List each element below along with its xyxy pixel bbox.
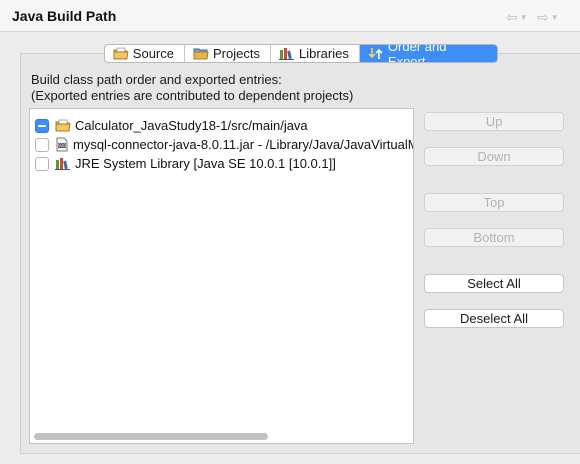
tab-libraries[interactable]: Libraries xyxy=(271,45,360,62)
tab-projects-label: Projects xyxy=(213,46,260,61)
library-icon xyxy=(55,158,70,170)
order-export-icon xyxy=(368,48,383,59)
up-button[interactable]: Up xyxy=(424,112,564,131)
deselect-all-button[interactable]: Deselect All xyxy=(424,309,564,328)
source-folder-icon xyxy=(113,47,129,60)
select-all-button[interactable]: Select All xyxy=(424,274,564,293)
horizontal-scrollbar[interactable] xyxy=(34,433,268,440)
description-line-2: (Exported entries are contributed to dep… xyxy=(31,88,354,103)
description-line-1: Build class path order and exported entr… xyxy=(31,72,282,87)
list-item[interactable]: Calculator_JavaStudy18-1/src/main/java xyxy=(30,116,413,135)
back-button[interactable]: ⇦ ▼ xyxy=(506,9,528,25)
tab-order-and-export[interactable]: Order and Export xyxy=(360,45,497,62)
bottom-button[interactable]: Bottom xyxy=(424,228,564,247)
export-checkbox[interactable] xyxy=(35,156,49,171)
tab-order-and-export-label: Order and Export xyxy=(387,44,447,63)
classpath-entries-list[interactable]: Calculator_JavaStudy18-1/src/main/java 0… xyxy=(29,108,414,444)
tab-libraries-label: Libraries xyxy=(299,46,349,61)
tab-bar: Source Projects Libraries Order and Expo… xyxy=(104,44,498,63)
svg-text:010: 010 xyxy=(58,143,66,148)
list-item[interactable]: JRE System Library [Java SE 10.0.1 [10.0… xyxy=(30,154,413,173)
chevron-down-icon: ▼ xyxy=(550,12,559,22)
forward-button[interactable]: ⇨ ▼ xyxy=(537,9,559,25)
entry-label: JRE System Library [Java SE 10.0.1 [10.0… xyxy=(75,156,336,171)
page-title: Java Build Path xyxy=(12,8,117,24)
package-folder-icon xyxy=(55,119,71,132)
projects-folder-icon xyxy=(193,48,209,60)
down-button[interactable]: Down xyxy=(424,147,564,166)
forward-arrow-icon: ⇨ xyxy=(537,9,549,25)
entry-label: mysql-connector-java-8.0.11.jar - /Libra… xyxy=(73,137,413,152)
list-item[interactable]: 010 mysql-connector-java-8.0.11.jar - /L… xyxy=(30,135,413,154)
entry-label: Calculator_JavaStudy18-1/src/main/java xyxy=(75,118,308,133)
tab-projects[interactable]: Projects xyxy=(185,45,271,62)
title-bar: Java Build Path ⇦ ▼ ⇨ ▼ xyxy=(0,0,580,32)
chevron-down-icon: ▼ xyxy=(519,12,528,22)
tab-source[interactable]: Source xyxy=(105,45,185,62)
back-arrow-icon: ⇦ xyxy=(506,9,518,25)
tab-source-label: Source xyxy=(132,46,174,61)
jar-file-icon: 010 xyxy=(56,137,68,152)
top-button[interactable]: Top xyxy=(424,193,564,212)
libraries-icon xyxy=(279,48,294,60)
export-checkbox[interactable] xyxy=(35,137,49,152)
export-checkbox[interactable] xyxy=(35,118,49,133)
description: Build class path order and exported entr… xyxy=(31,72,353,104)
